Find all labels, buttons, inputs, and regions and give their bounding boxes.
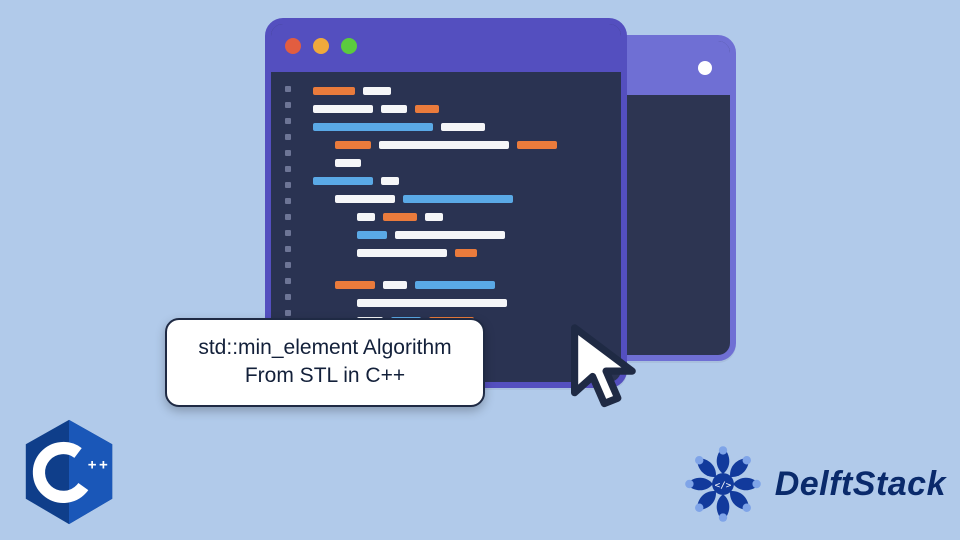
- cursor-icon: [562, 322, 652, 422]
- traffic-green-icon: [341, 38, 357, 54]
- caption-card: std::min_element Algorithm From STL in C…: [165, 318, 485, 407]
- code-area: [271, 72, 621, 360]
- traffic-lights: [285, 38, 357, 54]
- mandala-icon: </>: [681, 442, 765, 526]
- cpp-badge-icon: + +: [22, 418, 116, 526]
- window-dot-icon: [698, 61, 712, 75]
- thumbnail-stage: std::min_element Algorithm From STL in C…: [0, 0, 960, 540]
- titlebar-front: [271, 24, 621, 72]
- traffic-red-icon: [285, 38, 301, 54]
- svg-text:</>: </>: [714, 480, 731, 491]
- caption-line-2: From STL in C++: [185, 362, 465, 390]
- brand-name: DelftStack: [775, 465, 946, 504]
- code-lines: [313, 86, 605, 344]
- caption-line-1: std::min_element Algorithm: [185, 334, 465, 362]
- svg-text:+: +: [88, 457, 97, 474]
- traffic-yellow-icon: [313, 38, 329, 54]
- svg-text:+: +: [99, 457, 108, 474]
- line-number-gutter: [285, 86, 295, 344]
- brand: </> DelftStack: [681, 442, 946, 526]
